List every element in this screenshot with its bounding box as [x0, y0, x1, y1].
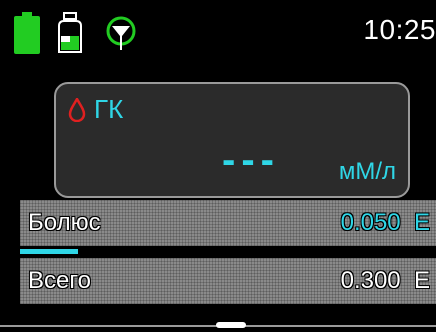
status-bar: 10:25 [0, 0, 436, 64]
page-indicator-current [216, 322, 246, 328]
page-indicator [0, 316, 436, 332]
total-row[interactable]: Всего 0.300 Е [20, 258, 436, 304]
bolus-value: 0.050 Е [340, 209, 430, 236]
clock-time: 10:25 [363, 14, 436, 45]
glucose-card[interactable]: ГК --- мМ/л [54, 82, 410, 198]
glucose-value: --- [222, 138, 280, 182]
insulin-reservoir-icon [58, 12, 82, 53]
glucose-label: ГК [94, 94, 124, 124]
blood-drop-icon [68, 98, 86, 122]
bolus-progress-bar [20, 249, 436, 254]
bolus-row[interactable]: Болюс 0.050 Е [20, 200, 436, 246]
total-value: 0.300 Е [340, 267, 430, 294]
glucose-unit: мМ/л [338, 158, 396, 185]
battery-full-icon [14, 12, 40, 54]
bolus-progress-fill [20, 249, 79, 254]
bolus-label: Болюс [28, 209, 101, 236]
total-label: Всего [28, 267, 91, 294]
antenna-signal-icon [106, 16, 136, 50]
